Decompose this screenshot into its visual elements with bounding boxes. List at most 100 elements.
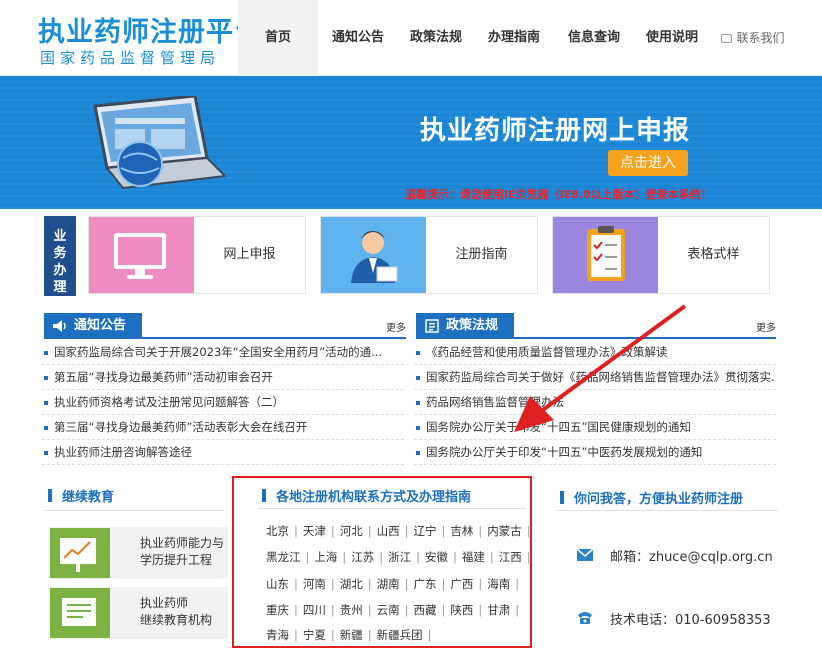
province-separator: | [404,524,409,538]
provinces-title: 各地注册机构联系方式及办理指南 [262,486,471,505]
enter-button[interactable]: 点击进入 [608,150,688,176]
province-link[interactable]: 宁夏 [303,627,326,643]
chat-icon [721,34,733,43]
online-filing-card[interactable]: 网上申报 [88,216,306,294]
province-link[interactable]: 天津 [303,523,326,539]
province-link[interactable]: 辽宁 [414,523,437,539]
province-link[interactable]: 江苏 [351,549,374,565]
education-card-ability[interactable]: 执业药师能力与 学历提升工程 [48,527,228,579]
qa-title: 你问我答，方便执业药师注册 [560,488,743,507]
education-card-text: 执业药师能力与 学历提升工程 [140,535,224,569]
province-link[interactable]: 陕西 [450,602,473,618]
education-line: 执业药师能力与 [140,536,225,550]
province-link[interactable]: 上海 [314,549,337,565]
list-item[interactable]: 执业药师注册咨询解答途径 [42,440,404,465]
education-divider [44,510,224,511]
education-line: 执业药师 [140,596,189,610]
notices-tab[interactable]: 通知公告 [44,313,142,339]
province-separator: | [379,550,384,564]
province-link[interactable]: 重庆 [266,602,289,618]
policies-more-link[interactable]: 更多 [756,319,776,334]
qa-divider [556,510,778,511]
mail-icon [576,548,594,561]
list-item[interactable]: 国务院办公厅关于印发“十四五”中医药发展规划的通知 [414,440,776,465]
province-separator: | [416,550,420,564]
province-link[interactable]: 新疆 [340,627,363,643]
province-link[interactable]: 海南 [487,576,510,592]
list-item[interactable]: 执业药师资格考试及注册常见问题解答（二） [42,390,404,415]
education-line: 继续教育机构 [140,613,213,627]
province-separator: | [367,524,372,538]
province-link[interactable]: 新疆兵团 [377,627,423,643]
province-link[interactable]: 甘肃 [487,602,510,618]
list-item[interactable]: 国家药监局综合司关于开展2023年“全国安全用药月”活动的通... [42,340,404,365]
province-separator: | [330,628,335,642]
document-icon [425,319,439,333]
list-item[interactable]: 第三届“寻找身边最美药师”活动表彰大会在线召开 [42,415,404,440]
notices-list: 国家药监局综合司关于开展2023年“全国安全用药月”活动的通... 第五届“寻找… [42,340,404,465]
province-separator: | [294,577,298,591]
province-separator: | [453,550,457,564]
province-link[interactable]: 山东 [266,576,289,592]
province-separator: | [515,603,520,617]
notices-title: 通知公告 [74,318,127,333]
nav-contact-label: 联系我们 [736,31,785,45]
province-link[interactable]: 河北 [340,523,363,539]
province-link[interactable]: 安徽 [425,549,448,565]
province-separator: | [478,524,483,538]
province-row: 重庆 | 四川 | 贵州 | 云南 | 西藏 | 陕西 | 甘肃 | [266,602,524,618]
province-link[interactable]: 内蒙古 [487,523,522,539]
education-card-text: 执业药师 继续教育机构 [140,595,212,629]
nav-query[interactable]: 信息查询 [562,0,626,76]
education-title: 继续教育 [48,486,114,505]
province-link[interactable]: 西藏 [414,602,437,618]
site-subtitle: 国家药品监督管理局 [40,49,221,67]
hero-banner: 执业药师注册网上申报 点击进入 温馨提示：请您使用IE浏览器（IE8.0以上版本… [0,76,822,209]
nav-contact[interactable]: 联系我们 [720,0,786,76]
province-link[interactable]: 江西 [499,549,522,565]
banner-title: 执业药师注册网上申报 [420,116,691,146]
province-link[interactable]: 云南 [377,602,400,618]
provinces-divider [258,508,526,509]
list-item[interactable]: 第五届“寻找身边最美药师”活动初审会召开 [42,365,404,390]
nav-home[interactable]: 首页 [238,0,318,76]
banner-tip: 温馨提示：请您使用IE浏览器（IE8.0以上版本）登录本系统！ [405,188,712,201]
province-link[interactable]: 浙江 [388,549,411,565]
province-separator: | [441,524,446,538]
speaker-icon [53,320,66,332]
site-title[interactable]: 执业药师注册平台 [38,10,262,49]
province-link[interactable]: 湖南 [377,576,400,592]
business-label: 业 务 办 理 [44,216,76,296]
province-link[interactable]: 福建 [462,549,485,565]
registration-guide-label: 注册指南 [455,247,508,262]
province-link[interactable]: 贵州 [340,602,363,618]
province-separator: | [441,577,446,591]
form-templates-card[interactable]: 表格式样 [552,216,770,294]
policies-title: 政策法规 [446,318,499,333]
province-link[interactable]: 青海 [266,627,289,643]
province-link[interactable]: 四川 [303,602,326,618]
province-separator: | [342,550,347,564]
province-separator: | [478,577,483,591]
province-link[interactable]: 吉林 [450,523,473,539]
education-card-institutions[interactable]: 执业药师 继续教育机构 [48,587,228,639]
province-link[interactable]: 广东 [414,576,437,592]
province-link[interactable]: 广西 [450,576,473,592]
phone-text: 技术电话：010-60958353 [610,613,771,628]
province-separator: | [515,577,520,591]
province-link[interactable]: 北京 [266,523,289,539]
business-label-char: 办 [53,263,67,278]
province-link[interactable]: 湖北 [340,576,363,592]
nav-instructions[interactable]: 使用说明 [640,0,704,76]
nav-notices[interactable]: 通知公告 [326,0,390,76]
province-link[interactable]: 山西 [377,523,400,539]
notices-more-link[interactable]: 更多 [386,319,406,334]
province-separator: | [330,577,335,591]
nav-policies[interactable]: 政策法规 [404,0,468,76]
nav-guide[interactable]: 办理指南 [482,0,546,76]
registration-guide-card[interactable]: 注册指南 [320,216,538,294]
user-guide-icon [321,217,426,293]
province-link[interactable]: 河南 [303,576,326,592]
province-separator: | [489,550,494,564]
province-link[interactable]: 黑龙江 [266,549,301,565]
